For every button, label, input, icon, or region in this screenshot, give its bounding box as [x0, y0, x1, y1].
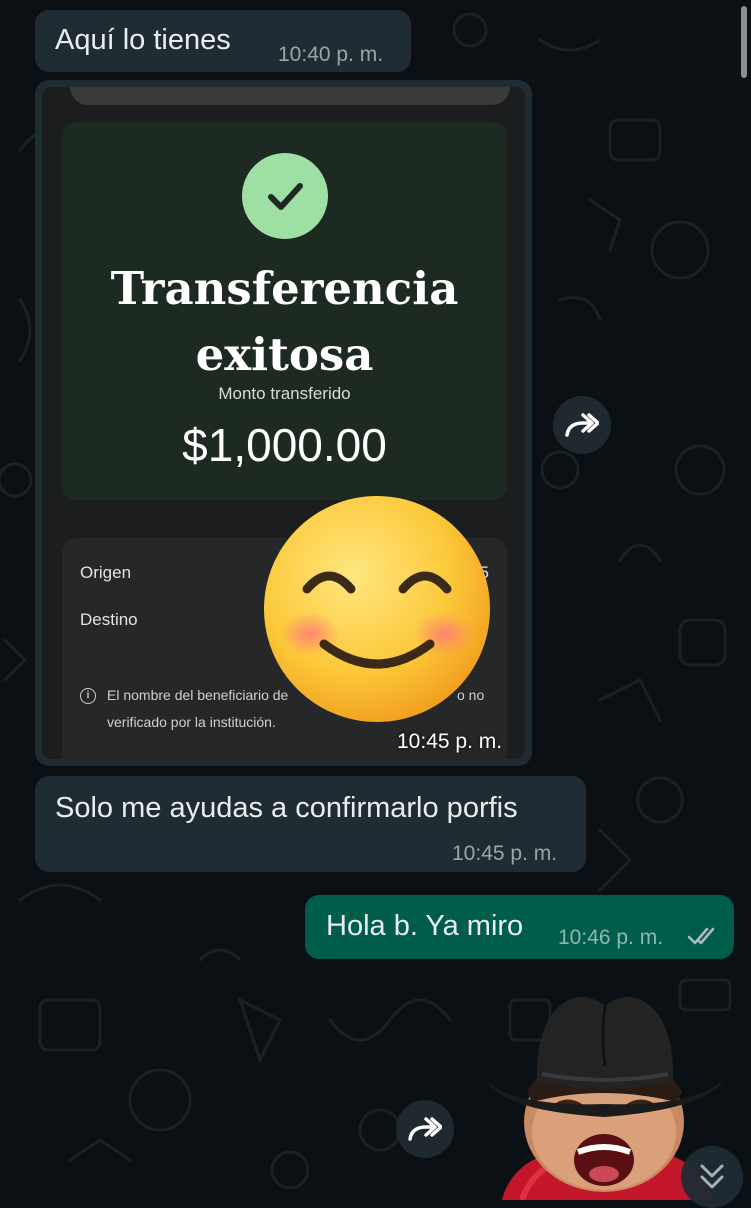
image-message-bubble[interactable]: Transferencia exitosa Monto transferido … — [35, 80, 532, 766]
amount-value: $1,000.00 — [182, 419, 387, 471]
success-title-line2: exitosa — [195, 328, 374, 381]
message-bubble-outgoing[interactable]: Hola b. Ya miro 10:46 p. m. — [305, 895, 734, 959]
scrollbar[interactable] — [741, 6, 747, 78]
success-title-line1: Transferencia — [110, 262, 459, 315]
origin-label: Origen — [80, 563, 132, 582]
double-check-icon — [687, 927, 715, 945]
message-bubble-incoming[interactable]: Solo me ayudas a confirmarlo porfis 10:4… — [35, 776, 586, 872]
message-text: Hola b. Ya miro — [326, 910, 524, 942]
message-time: 10:46 p. m. — [558, 926, 664, 949]
forward-icon — [408, 1117, 442, 1141]
check-icon — [242, 153, 328, 239]
message-time: 10:40 p. m. — [278, 43, 384, 66]
info-icon: i — [80, 688, 96, 704]
screenshot-top-bar — [70, 87, 510, 105]
message-time: 10:45 p. m. — [452, 842, 558, 865]
forward-icon — [565, 413, 599, 437]
message-text: Aquí lo tienes — [55, 24, 231, 56]
success-card: Transferencia exitosa Monto transferido … — [62, 122, 507, 500]
image-message-time: 10:45 p. m. — [397, 730, 503, 753]
notice-line2: verificado por la institución. — [107, 714, 276, 730]
message-text: Solo me ayudas a confirmarlo porfis — [55, 792, 518, 824]
scroll-to-bottom-button[interactable] — [681, 1146, 743, 1208]
destination-label: Destino — [80, 610, 138, 629]
double-chevron-down-icon — [700, 1164, 724, 1189]
forward-button[interactable] — [396, 1100, 454, 1158]
amount-label: Monto transferido — [218, 384, 351, 403]
forward-button[interactable] — [553, 396, 611, 454]
smiling-face-emoji — [264, 496, 490, 722]
message-bubble-incoming[interactable]: Aquí lo tienes 10:40 p. m. — [35, 10, 411, 72]
